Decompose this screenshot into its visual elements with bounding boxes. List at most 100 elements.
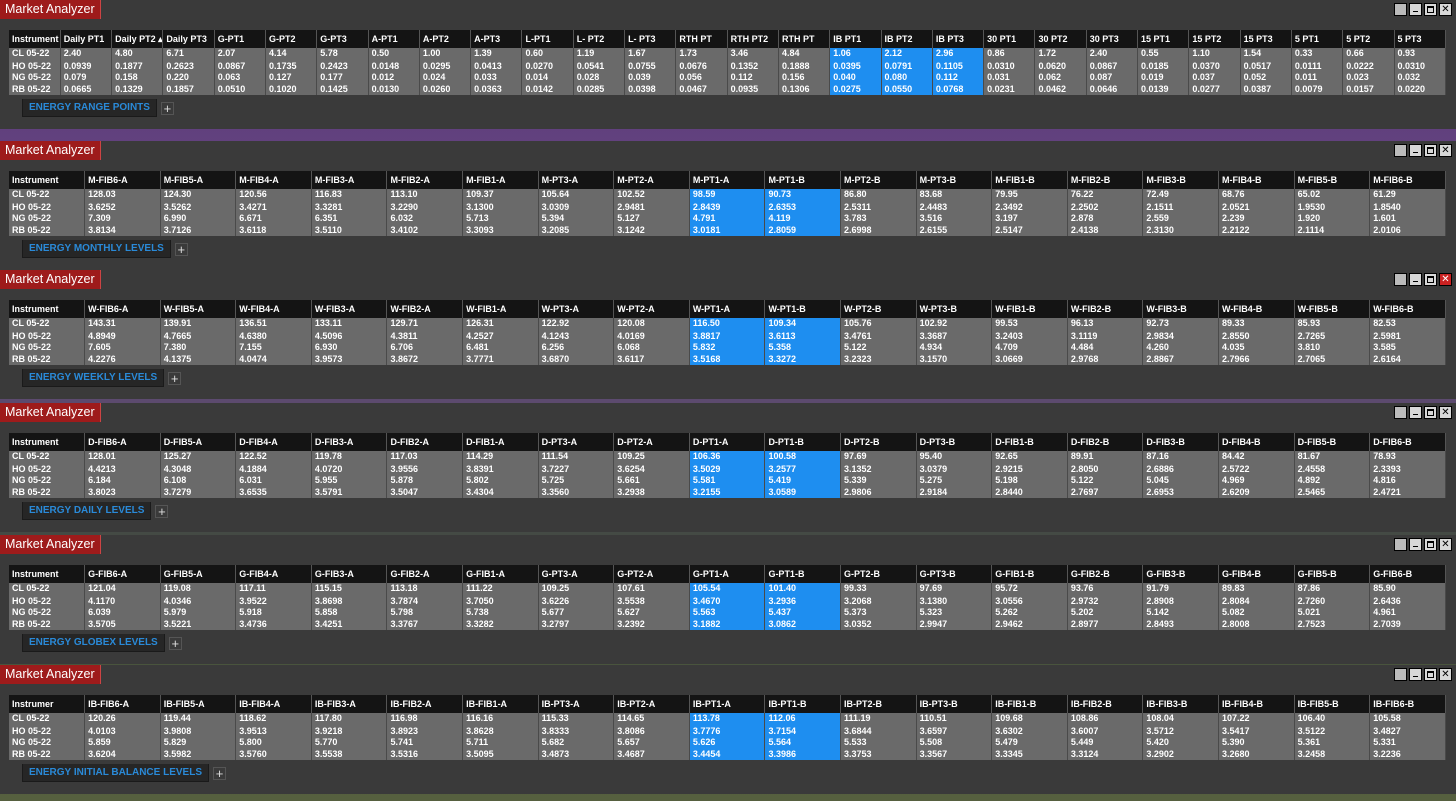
value-cell[interactable]: 6.930 — [311, 342, 388, 354]
window-titlebar[interactable]: Market Analyzer ✕ — [0, 403, 1456, 422]
value-cell[interactable]: 0.0285 — [573, 83, 626, 95]
value-cell[interactable]: 3.7874 — [386, 594, 464, 607]
column-header[interactable]: D-FIB3-B — [1142, 433, 1219, 451]
table-row[interactable]: HO 05-22 4.4213 4.3048 4.1884 4.0720 3.9556 3.… — [9, 462, 1446, 475]
value-cell[interactable]: 3.8698 — [311, 594, 388, 607]
column-header[interactable]: IB-PT1-B — [764, 695, 842, 713]
window-titlebar[interactable]: Market Analyzer ✕ — [0, 665, 1456, 684]
value-cell[interactable]: 2.7265 — [1294, 329, 1371, 342]
value-cell[interactable]: 3.3345 — [991, 748, 1068, 760]
value-cell[interactable]: 5.563 — [689, 607, 766, 619]
column-header[interactable]: G-PT2 — [265, 30, 318, 48]
value-cell[interactable]: 0.0310 — [983, 59, 1036, 72]
column-header[interactable]: M-PT1-B — [764, 171, 842, 189]
value-cell[interactable]: 4.961 — [1369, 607, 1446, 619]
value-cell[interactable]: 0.0676 — [675, 59, 728, 72]
column-header[interactable]: W-FIB1-A — [462, 300, 539, 318]
value-cell[interactable]: 3.5316 — [386, 748, 464, 760]
table-row[interactable]: HO 05-22 0.0939 0.1877 0.2623 0.0867 0.1735 0.… — [9, 59, 1447, 72]
value-cell[interactable]: 4.484 — [1067, 342, 1144, 354]
column-header[interactable]: M-PT3-B — [916, 171, 993, 189]
value-cell[interactable]: 4.6380 — [235, 329, 312, 342]
value-cell[interactable]: 0.112 — [932, 72, 985, 84]
column-header[interactable]: W-PT3-A — [538, 300, 615, 318]
instrument-cell[interactable]: NG 05-22 — [9, 72, 61, 84]
value-cell[interactable]: 109.37 — [462, 189, 539, 201]
value-cell[interactable]: 3.2938 — [613, 486, 690, 498]
value-cell[interactable]: 106.36 — [689, 451, 766, 463]
value-cell[interactable]: 2.9462 — [991, 618, 1068, 630]
value-cell[interactable]: 86.80 — [840, 189, 917, 201]
value-cell[interactable]: 119.78 — [311, 451, 388, 463]
column-header[interactable]: W-PT3-B — [916, 300, 993, 318]
instrument-cell[interactable]: NG 05-22 — [9, 342, 86, 354]
column-header[interactable]: Instrument — [9, 30, 61, 48]
value-cell[interactable]: 108.04 — [1142, 713, 1219, 725]
value-cell[interactable]: 117.11 — [235, 583, 312, 595]
value-cell[interactable]: 3.2068 — [840, 594, 917, 607]
value-cell[interactable]: 2.8439 — [689, 200, 766, 213]
value-cell[interactable]: 5.361 — [1294, 737, 1371, 749]
column-header[interactable]: IB-FIB6-A — [84, 695, 161, 713]
table-row[interactable]: NG 05-22 6.039 5.979 5.918 5.858 5.798 5.738 5.… — [9, 607, 1446, 619]
column-header[interactable]: Instrumer — [9, 695, 86, 713]
value-cell[interactable]: 2.4721 — [1369, 486, 1446, 498]
value-cell[interactable]: 3.0309 — [538, 200, 615, 213]
value-cell[interactable]: 113.78 — [689, 713, 766, 725]
instrument-cell[interactable]: HO 05-22 — [9, 329, 86, 342]
minimize-icon[interactable] — [1409, 406, 1422, 419]
value-cell[interactable]: 4.0103 — [84, 724, 161, 737]
column-header[interactable]: 5 PT3 — [1394, 30, 1447, 48]
column-header[interactable]: G-FIB2-A — [386, 565, 464, 583]
column-header[interactable]: 5 PT2 — [1342, 30, 1395, 48]
value-cell[interactable]: 1.72 — [1034, 48, 1087, 60]
close-icon[interactable]: ✕ — [1439, 144, 1452, 157]
value-cell[interactable]: 2.6209 — [1218, 486, 1295, 498]
value-cell[interactable]: 0.50 — [368, 48, 420, 60]
column-header[interactable]: D-PT3-A — [538, 433, 615, 451]
value-cell[interactable]: 0.1857 — [162, 83, 215, 95]
value-cell[interactable]: 109.25 — [613, 451, 690, 463]
value-cell[interactable]: 0.0142 — [521, 83, 574, 95]
value-cell[interactable]: 3.5110 — [311, 224, 388, 236]
value-cell[interactable]: 93.76 — [1067, 583, 1144, 595]
value-cell[interactable]: 105.54 — [689, 583, 766, 595]
column-header[interactable]: RTH PT — [778, 30, 831, 48]
value-cell[interactable]: 2.7966 — [1218, 353, 1295, 365]
column-header[interactable]: G-FIB5-A — [160, 565, 237, 583]
column-header[interactable]: IB PT3 — [932, 30, 985, 48]
minimize-icon[interactable] — [1409, 3, 1422, 16]
value-cell[interactable]: 3.5047 — [386, 486, 464, 498]
column-header[interactable]: W-FIB5-A — [160, 300, 237, 318]
column-header[interactable]: IB-FIB5-B — [1294, 695, 1371, 713]
value-cell[interactable]: 3.5538 — [613, 594, 690, 607]
column-header[interactable]: G-FIB2-B — [1067, 565, 1144, 583]
value-cell[interactable]: 4.119 — [764, 213, 842, 225]
value-cell[interactable]: 3.4761 — [840, 329, 917, 342]
value-cell[interactable]: 85.93 — [1294, 318, 1371, 330]
value-cell[interactable]: 0.0510 — [214, 83, 266, 95]
column-header[interactable]: IB-FIB1-B — [991, 695, 1068, 713]
value-cell[interactable]: 65.02 — [1294, 189, 1371, 201]
value-cell[interactable]: 7.155 — [235, 342, 312, 354]
value-cell[interactable]: 105.64 — [538, 189, 615, 201]
value-cell[interactable]: 3.3986 — [764, 748, 842, 760]
value-cell[interactable]: 5.122 — [840, 342, 917, 354]
column-header[interactable]: IB-FIB6-B — [1369, 695, 1446, 713]
value-cell[interactable]: 3.7126 — [160, 224, 237, 236]
value-cell[interactable]: 107.22 — [1218, 713, 1295, 725]
value-cell[interactable]: 5.627 — [613, 607, 690, 619]
value-cell[interactable]: 0.0130 — [368, 83, 420, 95]
value-cell[interactable]: 0.0185 — [1137, 59, 1190, 72]
value-cell[interactable]: 2.0106 — [1369, 224, 1446, 236]
value-cell[interactable]: 2.4138 — [1067, 224, 1144, 236]
value-cell[interactable]: 3.2902 — [1142, 748, 1219, 760]
plus-icon[interactable]: + — [155, 504, 169, 518]
column-header[interactable]: M-PT2-A — [613, 171, 690, 189]
value-cell[interactable]: 3.5095 — [462, 748, 539, 760]
value-cell[interactable]: 1.00 — [419, 48, 472, 60]
value-cell[interactable]: 2.3393 — [1369, 462, 1446, 475]
value-cell[interactable]: 2.40 — [1086, 48, 1139, 60]
value-cell[interactable]: 3.5760 — [235, 748, 312, 760]
window-titlebar[interactable]: Market Analyzer ✕ — [0, 0, 1456, 19]
